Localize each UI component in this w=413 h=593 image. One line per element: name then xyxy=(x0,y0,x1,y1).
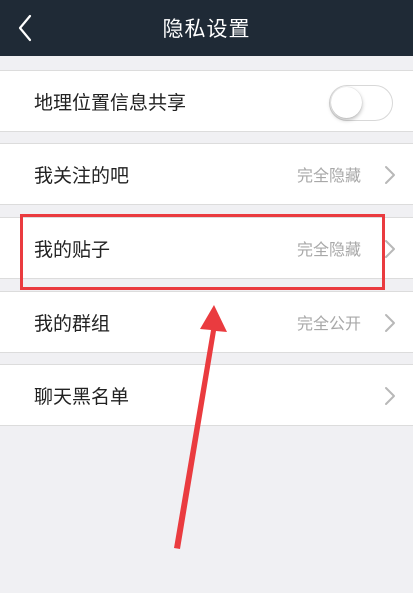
chevron-left-icon xyxy=(18,14,32,42)
chevron-right-icon xyxy=(385,314,395,332)
my-posts-value: 完全隐藏 xyxy=(296,240,361,259)
my-posts-row[interactable]: 我的贴子 完全隐藏 xyxy=(0,217,413,279)
location-sharing-label: 地理位置信息共享 xyxy=(34,91,187,114)
chevron-right-icon xyxy=(385,166,395,184)
chat-blacklist-label: 聊天黑名单 xyxy=(34,385,130,408)
back-button[interactable] xyxy=(0,0,50,56)
my-groups-value: 完全公开 xyxy=(296,314,361,333)
followed-bars-row[interactable]: 我关注的吧 完全隐藏 xyxy=(0,143,413,205)
chevron-right-icon xyxy=(385,387,395,405)
chat-blacklist-row[interactable]: 聊天黑名单 xyxy=(0,364,413,426)
my-groups-label: 我的群组 xyxy=(34,312,111,335)
navigation-bar: 隐私设置 xyxy=(0,0,413,56)
location-sharing-row: 地理位置信息共享 xyxy=(0,70,413,132)
page-title: 隐私设置 xyxy=(162,17,251,41)
toggle-knob xyxy=(331,87,362,118)
chevron-right-icon xyxy=(385,240,395,258)
location-sharing-toggle[interactable] xyxy=(329,85,393,121)
my-posts-label: 我的贴子 xyxy=(34,238,111,261)
followed-bars-label: 我关注的吧 xyxy=(34,164,130,187)
my-groups-row[interactable]: 我的群组 完全公开 xyxy=(0,291,413,353)
followed-bars-value: 完全隐藏 xyxy=(296,166,361,185)
